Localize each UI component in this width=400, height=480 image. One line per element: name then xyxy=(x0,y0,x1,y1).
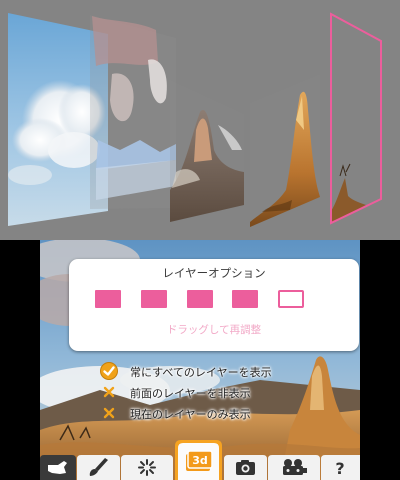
x-icon xyxy=(103,407,115,419)
check-icon xyxy=(100,362,118,380)
layers-3d-button-active[interactable]: 3d xyxy=(175,440,222,480)
layer-slot-3[interactable] xyxy=(187,290,213,308)
option-label: 現在のレイヤーのみ表示 xyxy=(130,408,251,421)
brush-tool-button[interactable] xyxy=(77,455,120,480)
layer-stack-3d-view xyxy=(0,0,400,240)
option-label: 前面のレイヤーを非表示 xyxy=(130,387,251,400)
option-label: 常にすべてのレイヤーを表示 xyxy=(130,366,272,379)
reels-icon xyxy=(268,455,320,480)
layers-3d-icon: 3d xyxy=(175,440,222,480)
touch-screen: レイヤーオプション ドラッグして再調整 常にすべてのレイヤーを表示 前面のレイヤ… xyxy=(40,240,360,480)
help-button[interactable]: ? xyxy=(321,455,360,480)
help-icon: ? xyxy=(321,455,360,480)
x-icon xyxy=(103,386,115,398)
camera-icon xyxy=(224,455,267,480)
sparkle-icon xyxy=(121,455,173,480)
brush-icon xyxy=(77,455,120,480)
hand-tool-button[interactable] xyxy=(40,455,76,480)
layer-slot-2[interactable] xyxy=(141,290,167,308)
bottom-toolbar: 3d ? xyxy=(40,440,360,480)
layer-2-clouds[interactable] xyxy=(90,15,176,209)
layer-options-panel: レイヤーオプション ドラッグして再調整 xyxy=(69,259,359,351)
effects-tool-button[interactable] xyxy=(121,455,173,480)
layer-slot-1[interactable] xyxy=(95,290,121,308)
option-show-current-only[interactable]: 現在のレイヤーのみ表示 xyxy=(98,403,308,423)
layers-3d-label: 3d xyxy=(192,454,208,467)
hand-pointer-icon xyxy=(40,455,76,480)
layer-4-tall-rock[interactable] xyxy=(250,74,320,227)
layer-options-title: レイヤーオプション xyxy=(162,266,266,280)
help-label: ? xyxy=(335,459,344,478)
option-hide-front-layers[interactable]: 前面のレイヤーを非表示 xyxy=(98,382,308,402)
layer-slot-5-selected[interactable] xyxy=(278,290,304,308)
layer-5-selected[interactable] xyxy=(330,12,382,225)
camera-button[interactable] xyxy=(224,455,267,480)
option-show-all-layers[interactable]: 常にすべてのレイヤーを表示 xyxy=(98,361,308,381)
layer-slot-4[interactable] xyxy=(232,290,258,308)
film-button[interactable] xyxy=(268,455,320,480)
layer-3-rocks[interactable] xyxy=(170,80,244,222)
drag-hint-text: ドラッグして再調整 xyxy=(166,324,262,336)
layer-stack-illustration xyxy=(8,12,382,227)
